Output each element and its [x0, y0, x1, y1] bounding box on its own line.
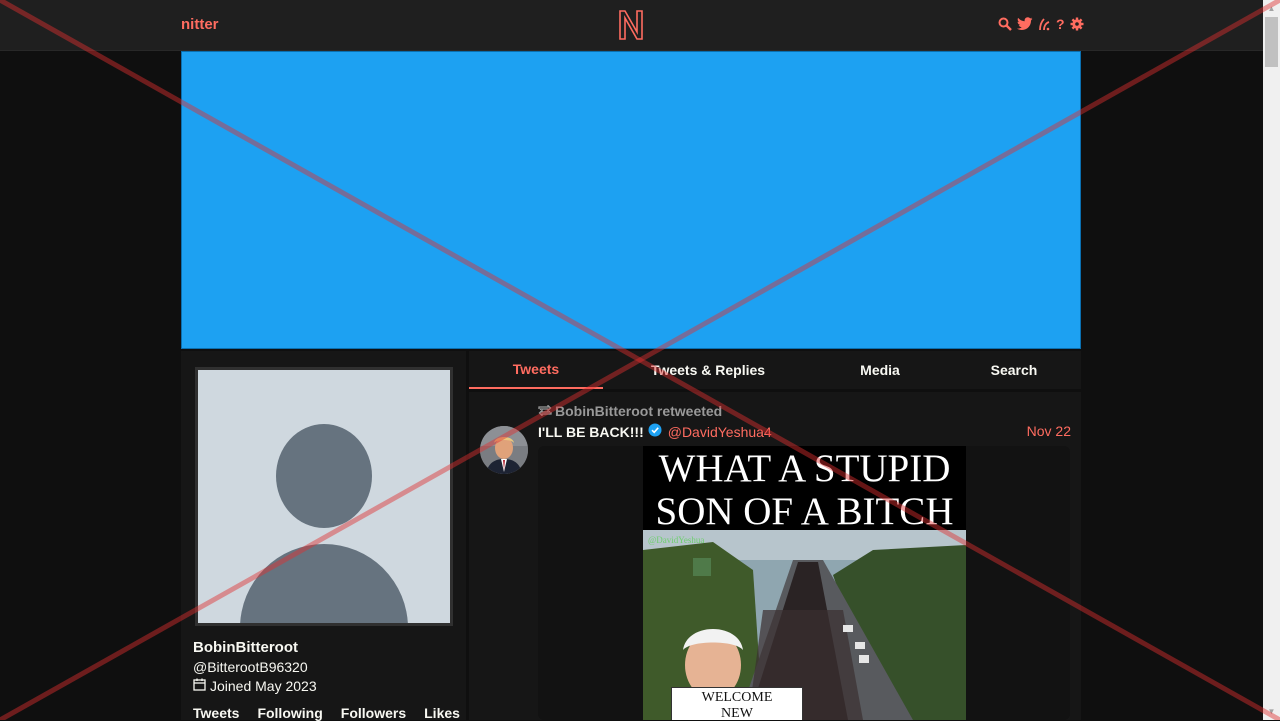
search-icon[interactable] — [998, 16, 1012, 32]
timeline-tabs: Tweets Tweets & Replies Media Search — [469, 351, 1081, 389]
default-avatar-icon — [198, 370, 450, 623]
tweet-attachment[interactable]: WHAT A STUPID SON OF A BITCH @DavidYeshu… — [538, 446, 1070, 720]
retweet-header: BobinBitteroot retweeted — [538, 403, 722, 419]
profile-card: BobinBitteroot @BitterootB96320 Joined M… — [181, 351, 466, 721]
profile-username[interactable]: @BitterootB96320 — [193, 659, 308, 675]
profile-stats: Tweets Following Followers Likes — [193, 705, 460, 721]
tab-search[interactable]: Search — [974, 351, 1054, 389]
image-sign-line-1: WELCOME — [701, 690, 773, 705]
profile-fullname[interactable]: BobinBitteroot — [193, 639, 298, 656]
tweet-date[interactable]: Nov 22 — [1027, 423, 1071, 439]
scrollbar-thumb[interactable] — [1265, 17, 1278, 67]
tweet-header: I'LL BE BACK!!! @DavidYeshua4 — [538, 423, 772, 440]
stat-tweets-label[interactable]: Tweets — [193, 705, 239, 721]
twitter-bird-icon[interactable] — [1017, 16, 1033, 32]
tweet-fullname[interactable]: I'LL BE BACK!!! — [538, 424, 644, 440]
tweet-avatar[interactable] — [480, 426, 528, 474]
stat-following-label[interactable]: Following — [257, 705, 322, 721]
settings-gear-icon[interactable] — [1070, 16, 1084, 32]
image-sign-line-2: NEW — [721, 706, 753, 720]
profile-joined: Joined May 2023 — [193, 678, 317, 694]
image-caption-line-1: WHAT A STUPID — [658, 447, 951, 490]
image-sign: WELCOME NEW — [671, 687, 803, 720]
tab-tweets-and-replies[interactable]: Tweets & Replies — [640, 351, 776, 389]
nitter-logo-icon[interactable] — [617, 8, 645, 46]
image-caption-line-2: SON OF A BITCH — [655, 490, 954, 533]
retweet-icon — [538, 403, 552, 419]
rss-feed-icon[interactable] — [1038, 16, 1051, 32]
profile-joined-text: Joined May 2023 — [210, 678, 317, 694]
tab-tweets[interactable]: Tweets — [469, 351, 603, 389]
image-watermark: @DavidYeshua — [648, 535, 705, 545]
scroll-down-arrow-icon[interactable]: ▼ — [1263, 703, 1280, 720]
scroll-up-arrow-icon[interactable]: ▲ — [1263, 0, 1280, 17]
help-icon[interactable]: ? — [1056, 16, 1065, 32]
navbar: nitter ? — [0, 0, 1263, 51]
page-scrollbar[interactable]: ▲ ▼ — [1263, 0, 1280, 720]
calendar-icon — [193, 678, 206, 694]
profile-banner[interactable] — [181, 51, 1081, 349]
tweet-username[interactable]: @DavidYeshua4 — [668, 424, 772, 440]
tweet-image[interactable]: WHAT A STUPID SON OF A BITCH @DavidYeshu… — [643, 446, 966, 720]
timeline: BobinBitteroot retweeted I'LL BE BACK!!!… — [469, 392, 1081, 720]
stat-followers-label[interactable]: Followers — [341, 705, 406, 721]
retweet-header-text[interactable]: BobinBitteroot retweeted — [555, 403, 722, 419]
nav-icons: ? — [998, 16, 1084, 32]
brand-link[interactable]: nitter — [181, 16, 219, 33]
tab-media[interactable]: Media — [841, 351, 919, 389]
verified-badge-icon — [648, 423, 662, 440]
stat-likes-label[interactable]: Likes — [424, 705, 460, 721]
profile-avatar[interactable] — [195, 367, 453, 626]
